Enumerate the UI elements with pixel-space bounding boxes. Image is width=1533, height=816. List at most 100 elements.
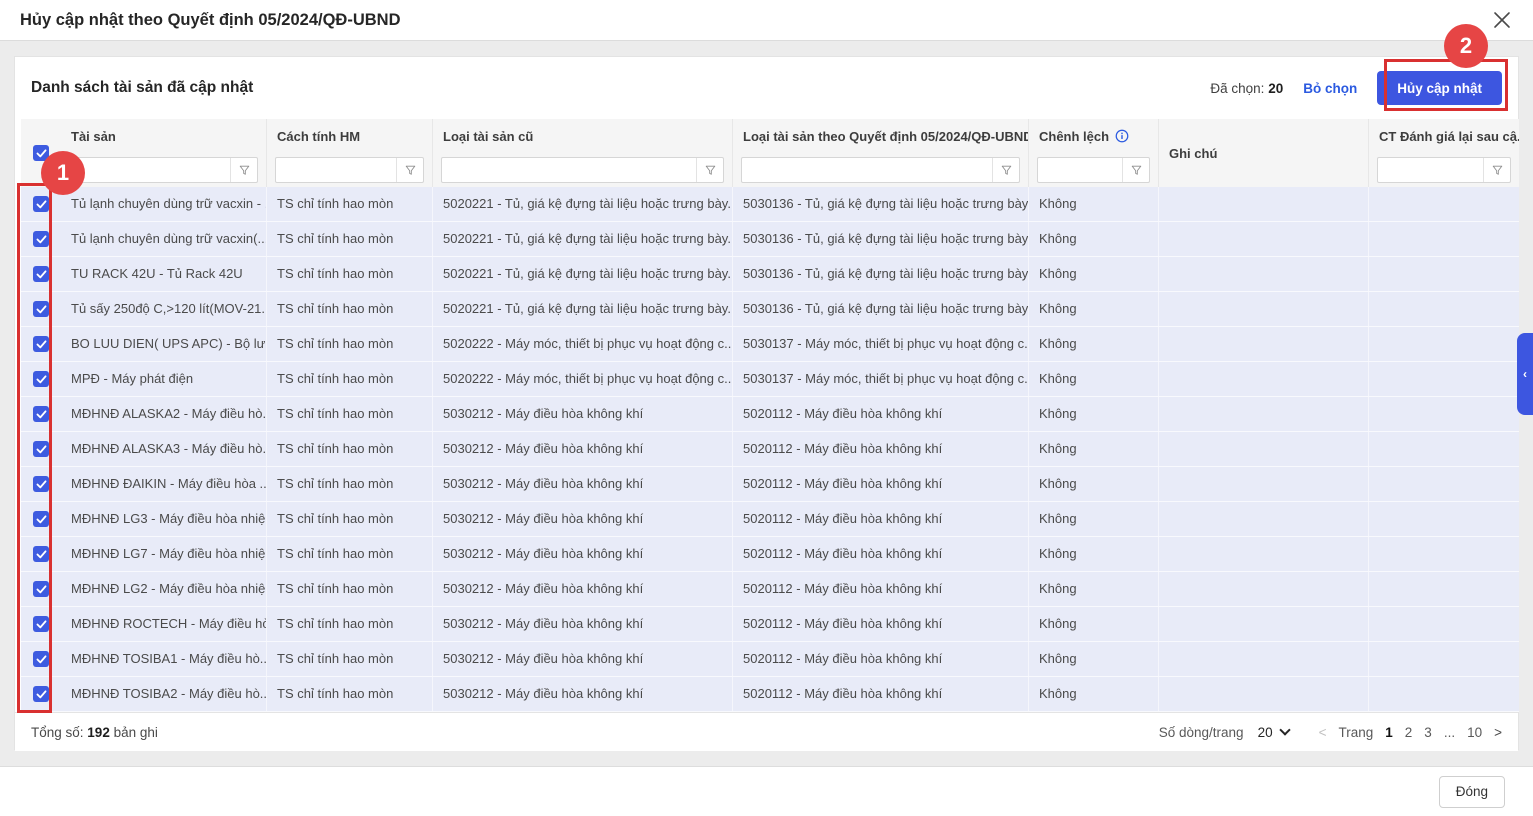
close-icon[interactable] bbox=[1491, 9, 1513, 31]
table-row[interactable]: BO LUU DIEN( UPS APC) - Bộ lưu... TS chỉ … bbox=[21, 327, 1519, 362]
cell-diff: Không bbox=[1029, 222, 1159, 256]
cell-asset: TU RACK 42U - Tủ Rack 42U bbox=[61, 257, 267, 291]
column-header-chenh-lech[interactable]: Chênh lệch bbox=[1029, 119, 1159, 153]
row-checkbox[interactable] bbox=[33, 371, 49, 387]
row-checkbox[interactable] bbox=[33, 651, 49, 667]
cell-method: TS chỉ tính hao mòn bbox=[267, 537, 433, 571]
column-header-ct-danh-gia[interactable]: CT Đánh giá lại sau cậ... bbox=[1369, 119, 1519, 153]
table-row[interactable]: Tủ lạnh chuyên dùng trữ vacxin(... TS chỉ… bbox=[21, 222, 1519, 257]
column-header-ghi-chu[interactable]: Ghi chú bbox=[1159, 119, 1369, 187]
filter-funnel-icon[interactable] bbox=[230, 158, 257, 182]
row-checkbox[interactable] bbox=[33, 266, 49, 282]
cell-note bbox=[1159, 677, 1369, 711]
filter-funnel-icon[interactable] bbox=[1483, 158, 1510, 182]
filter-input-loai-ts-qd[interactable] bbox=[742, 158, 992, 182]
cell-diff: Không bbox=[1029, 607, 1159, 641]
row-checkbox[interactable] bbox=[33, 196, 49, 212]
pagination-page-2[interactable]: 2 bbox=[1405, 725, 1413, 740]
cancel-update-button[interactable]: Hủy cập nhật bbox=[1377, 71, 1502, 105]
filter-funnel-icon[interactable] bbox=[696, 158, 723, 182]
table-row[interactable]: MPĐ - Máy phát điện TS chỉ tính hao mòn 50… bbox=[21, 362, 1519, 397]
row-checkbox[interactable] bbox=[33, 686, 49, 702]
column-label: Loại tài sản theo Quyết định 05/2024/QĐ-… bbox=[743, 128, 1029, 144]
filter-input-cach-tinh[interactable] bbox=[276, 158, 396, 182]
table-row[interactable]: MĐHNĐ LG2 - Máy điều hòa nhiệ... TS chỉ t… bbox=[21, 572, 1519, 607]
cell-asset: MĐHNĐ LG3 - Máy điều hòa nhiệ... bbox=[61, 502, 267, 536]
row-checkbox[interactable] bbox=[33, 616, 49, 632]
total-records-text: Tổng số: 192 bản ghi bbox=[31, 725, 158, 740]
cell-asset: MĐHNĐ TOSIBA1 - Máy điều hò... bbox=[61, 642, 267, 676]
info-icon[interactable] bbox=[1115, 129, 1129, 143]
cell-method: TS chỉ tính hao mòn bbox=[267, 467, 433, 501]
table-row[interactable]: Tủ sấy 250độ C,>120 lít(MOV-21... TS chỉ … bbox=[21, 292, 1519, 327]
filter-input-tai-san[interactable] bbox=[70, 158, 230, 182]
cell-method: TS chỉ tính hao mòn bbox=[267, 362, 433, 396]
chevron-down-icon bbox=[1278, 724, 1291, 736]
pagination-prev[interactable]: < bbox=[1319, 725, 1327, 740]
table-row[interactable]: Tủ lạnh chuyên dùng trữ vacxin - ... TS c… bbox=[21, 187, 1519, 222]
cell-note bbox=[1159, 397, 1369, 431]
close-button[interactable]: Đóng bbox=[1438, 775, 1505, 808]
column-label: CT Đánh giá lại sau cậ... bbox=[1379, 128, 1519, 144]
column-header-loai-ts-cu[interactable]: Loại tài sản cũ bbox=[433, 119, 733, 153]
cell-diff: Không bbox=[1029, 257, 1159, 291]
row-checkbox[interactable] bbox=[33, 511, 49, 527]
table-row[interactable]: MĐHNĐ ALASKA2 - Máy điều hò... TS chỉ tín… bbox=[21, 397, 1519, 432]
table-row[interactable]: MĐHNĐ ALASKA3 - Máy điều hò... TS chỉ tín… bbox=[21, 432, 1519, 467]
table-row[interactable]: MĐHNĐ LG3 - Máy điều hòa nhiệ... TS chỉ t… bbox=[21, 502, 1519, 537]
column-header-tai-san[interactable]: Tài sản bbox=[61, 119, 267, 153]
filter-funnel-icon[interactable] bbox=[396, 158, 423, 182]
cell-ct bbox=[1369, 327, 1519, 361]
cell-diff: Không bbox=[1029, 292, 1159, 326]
cell-old-type: 5030212 - Máy điều hòa không khí bbox=[433, 467, 733, 501]
pagination-page-10[interactable]: 10 bbox=[1467, 725, 1482, 740]
page-size-value: 20 bbox=[1257, 724, 1273, 740]
cell-asset: MĐHNĐ LG2 - Máy điều hòa nhiệ... bbox=[61, 572, 267, 606]
table-row[interactable]: TU RACK 42U - Tủ Rack 42U TS chỉ tính hao… bbox=[21, 257, 1519, 292]
deselect-button[interactable]: Bỏ chọn bbox=[1303, 81, 1357, 96]
row-checkbox[interactable] bbox=[33, 231, 49, 247]
row-checkbox[interactable] bbox=[33, 441, 49, 457]
table-row[interactable]: MĐHNĐ LG7 - Máy điều hòa nhiệ... TS chỉ t… bbox=[21, 537, 1519, 572]
row-checkbox[interactable] bbox=[33, 336, 49, 352]
table-row[interactable]: MĐHNĐ TOSIBA2 - Máy điều hò... TS chỉ tín… bbox=[21, 677, 1519, 712]
cell-note bbox=[1159, 222, 1369, 256]
row-checkbox[interactable] bbox=[33, 581, 49, 597]
asset-list-panel: Danh sách tài sản đã cập nhật Đã chọn: 2… bbox=[14, 56, 1519, 751]
cell-new-type: 5030136 - Tủ, giá kệ đựng tài liệu hoặc … bbox=[733, 292, 1029, 326]
modal-titlebar: Hủy cập nhật theo Quyết định 05/2024/QĐ-… bbox=[0, 0, 1533, 41]
column-header-loai-ts-qd[interactable]: Loại tài sản theo Quyết định 05/2024/QĐ-… bbox=[733, 119, 1029, 153]
cell-asset: MĐHNĐ ALASKA3 - Máy điều hò... bbox=[61, 432, 267, 466]
filter-cell-loai-ts-qd bbox=[733, 153, 1029, 187]
row-checkbox[interactable] bbox=[33, 546, 49, 562]
cell-method: TS chỉ tính hao mòn bbox=[267, 327, 433, 361]
cell-diff: Không bbox=[1029, 362, 1159, 396]
cell-new-type: 5020112 - Máy điều hòa không khí bbox=[733, 677, 1029, 711]
select-all-checkbox[interactable] bbox=[33, 145, 49, 161]
pagination-next[interactable]: > bbox=[1494, 725, 1502, 740]
filter-funnel-icon[interactable] bbox=[992, 158, 1019, 182]
pagination-page-1[interactable]: 1 bbox=[1385, 725, 1393, 740]
page-size-label: Số dòng/trang bbox=[1158, 724, 1244, 740]
cell-method: TS chỉ tính hao mòn bbox=[267, 607, 433, 641]
row-checkbox[interactable] bbox=[33, 301, 49, 317]
modal-title: Hủy cập nhật theo Quyết định 05/2024/QĐ-… bbox=[20, 10, 401, 29]
cell-method: TS chỉ tính hao mòn bbox=[267, 397, 433, 431]
row-checkbox[interactable] bbox=[33, 406, 49, 422]
row-checkbox[interactable] bbox=[33, 476, 49, 492]
filter-input-chenh-lech[interactable] bbox=[1038, 158, 1122, 182]
cell-old-type: 5030212 - Máy điều hòa không khí bbox=[433, 642, 733, 676]
filter-input-ct-danh-gia[interactable] bbox=[1378, 158, 1483, 182]
page-size-select[interactable]: 20 bbox=[1257, 724, 1291, 740]
filter-input-loai-ts-cu[interactable] bbox=[442, 158, 696, 182]
column-header-cach-tinh-hm[interactable]: Cách tính HM bbox=[267, 119, 433, 153]
filter-funnel-icon[interactable] bbox=[1122, 158, 1149, 182]
side-panel-toggle[interactable]: ‹ bbox=[1517, 333, 1533, 415]
cell-note bbox=[1159, 607, 1369, 641]
cell-note bbox=[1159, 502, 1369, 536]
pagination-page-3[interactable]: 3 bbox=[1424, 725, 1432, 740]
cell-old-type: 5030212 - Máy điều hòa không khí bbox=[433, 397, 733, 431]
table-row[interactable]: MĐHNĐ TOSIBA1 - Máy điều hò... TS chỉ tín… bbox=[21, 642, 1519, 677]
table-row[interactable]: MĐHNĐ ROCTECH - Máy điều hò... TS chỉ tín… bbox=[21, 607, 1519, 642]
table-row[interactable]: MĐHNĐ ĐAIKIN - Máy điều hòa ... TS chỉ tí… bbox=[21, 467, 1519, 502]
